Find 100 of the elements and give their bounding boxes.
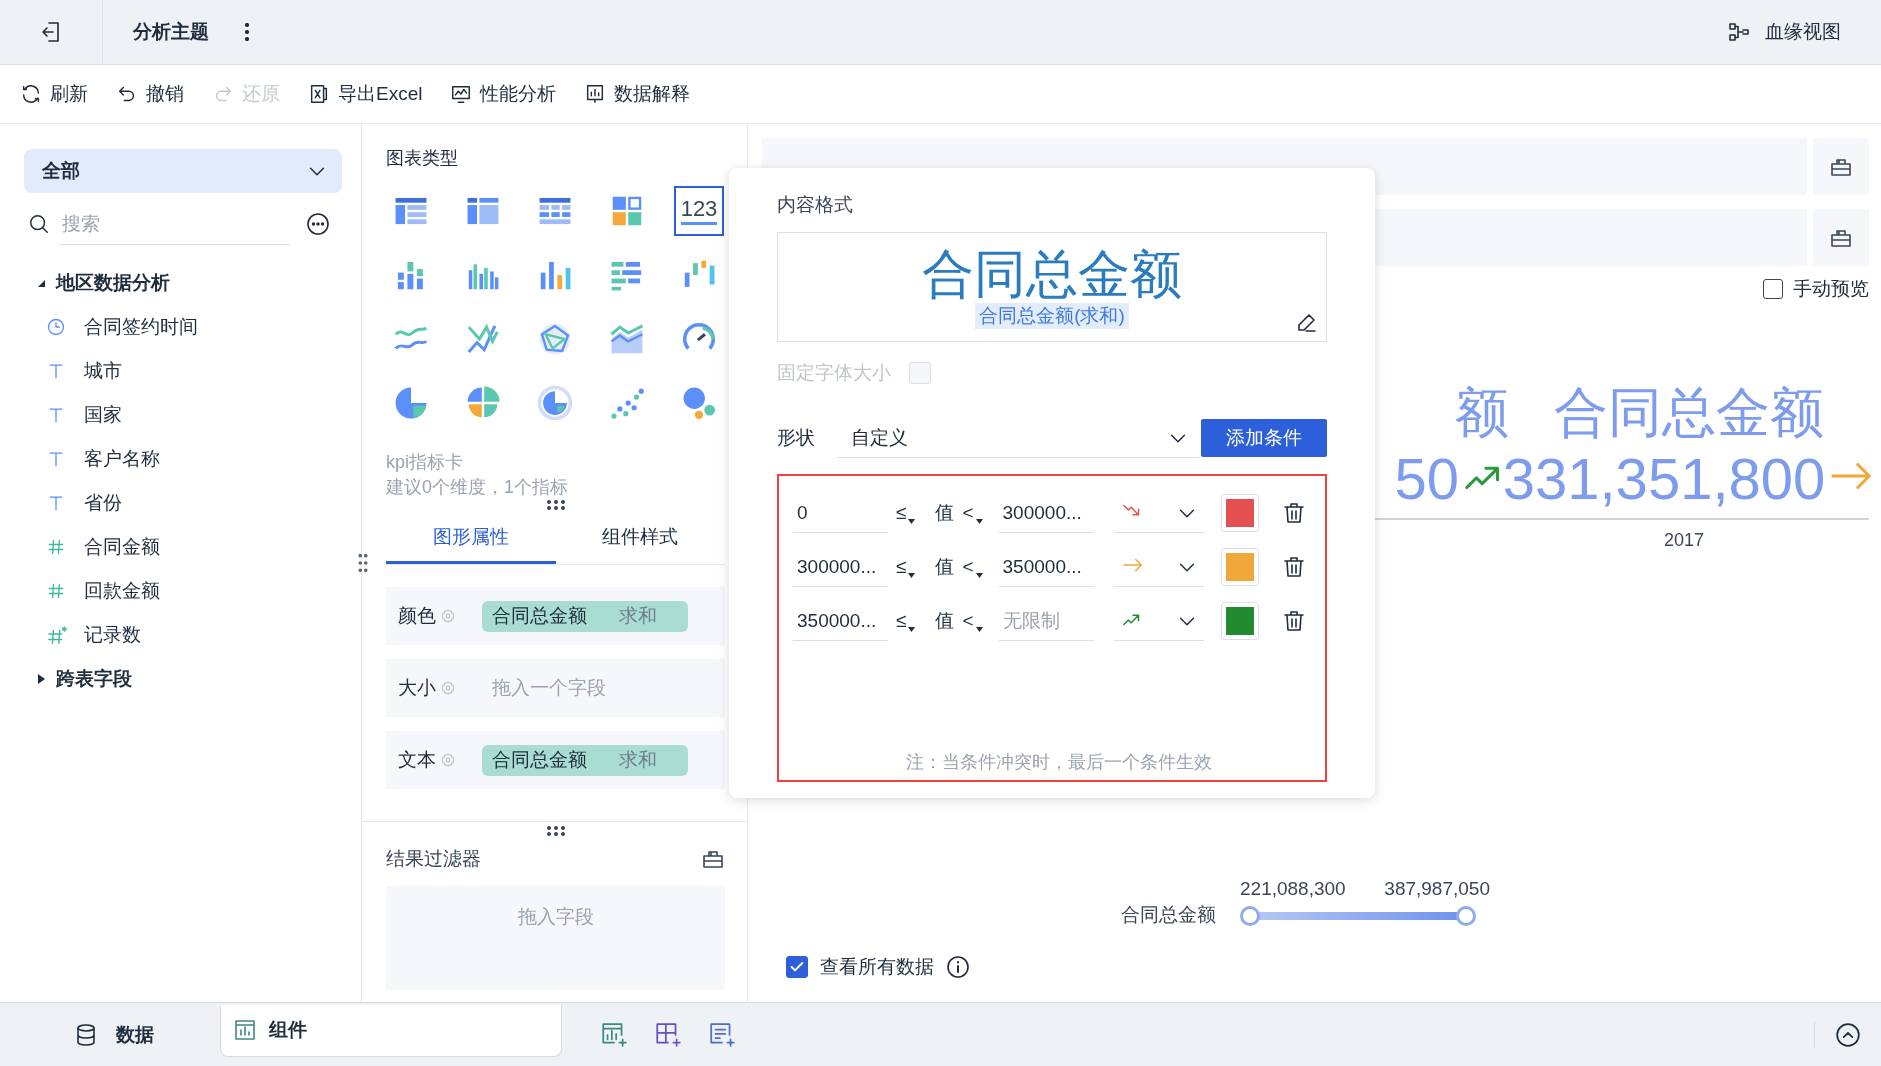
slider-label: 合同总金额	[1121, 904, 1216, 926]
operator-select[interactable]: <	[962, 610, 995, 632]
more-options-button[interactable]	[306, 212, 330, 236]
field-label: 形状	[777, 426, 816, 450]
color-swatch[interactable]	[1221, 549, 1258, 585]
tree-group[interactable]: 地区数据分析	[24, 261, 176, 305]
add-chart-button[interactable]	[600, 1020, 628, 1049]
add-condition-button[interactable]: 添加条件	[1201, 419, 1327, 457]
bottom-tab[interactable]: 组件	[220, 1004, 562, 1057]
property-tab[interactable]: 组件样式	[555, 512, 725, 564]
preview-title: 合同总金额	[922, 245, 1182, 303]
caret-icon	[908, 573, 916, 578]
field-item[interactable]: 合同签约时间	[24, 305, 204, 349]
operator-select[interactable]: ≤	[896, 556, 928, 578]
expand-triangle-icon	[36, 673, 46, 685]
flow-diagram-icon	[1727, 20, 1751, 44]
chart-type-hint: 建议0个维度，1个指标	[386, 476, 570, 499]
drag-handle-icon	[356, 552, 370, 574]
operator-select[interactable]: ≤	[896, 610, 928, 632]
toolbar-button[interactable]: 刷新	[20, 81, 88, 107]
note-text: 注：当条件冲突时，最后一个条件生效	[905, 751, 1213, 774]
add-chart-icon	[600, 1020, 628, 1049]
property-tab[interactable]: 图形属性	[386, 512, 556, 564]
operator-select[interactable]: ≤	[896, 502, 928, 524]
value-label: 值	[935, 555, 955, 579]
field-item[interactable]: 城市	[24, 349, 128, 393]
toolbar-button[interactable]: 数据解释	[584, 81, 691, 107]
color-swatch[interactable]	[1221, 603, 1258, 639]
gear-icon	[440, 608, 456, 624]
chart-frame-icon	[233, 1018, 257, 1042]
add-layout-button[interactable]	[654, 1020, 682, 1049]
scope-dropdown[interactable]: 全部	[24, 149, 342, 193]
field-item[interactable]: 回款金额	[24, 569, 166, 613]
delete-icon-button[interactable]	[1281, 501, 1306, 525]
delete-icon-button[interactable]	[1281, 609, 1306, 633]
kebab-icon	[245, 23, 249, 41]
kpi-value: 331,351,800	[1502, 445, 1826, 513]
kpi-value: 50	[1394, 445, 1459, 513]
bottom-tab[interactable]: 数据	[0, 1003, 220, 1066]
delete-icon-button[interactable]	[1281, 555, 1306, 579]
checkbox-label: 查看所有数据	[820, 955, 934, 979]
add-grid-icon	[654, 1020, 682, 1049]
slider-thumb[interactable]	[1240, 906, 1260, 926]
spreadsheet-icon	[308, 83, 330, 105]
drag-handle-icon	[544, 826, 567, 836]
property-label: 颜色	[398, 604, 437, 628]
search-icon	[28, 213, 50, 235]
color-swatch[interactable]	[1221, 495, 1258, 531]
gear-icon	[440, 680, 456, 696]
property-label: 大小	[398, 676, 437, 700]
toolbar-button[interactable]: 性能分析	[450, 81, 557, 107]
trash-icon	[1281, 501, 1306, 525]
drag-handle-icon	[544, 500, 567, 510]
caret-icon	[975, 519, 983, 524]
field-item[interactable]: 客户名称	[24, 437, 166, 481]
expand-up-button[interactable]	[1814, 1021, 1861, 1048]
checkbox-label: 固定字体大小	[777, 361, 891, 385]
monitor-chart-icon	[450, 83, 473, 105]
chart-type-name: kpi指标卡	[386, 451, 464, 474]
collapse-triangle-icon	[36, 278, 46, 288]
shape-dropdown[interactable]: 自定义	[837, 418, 1199, 458]
toolbar-button[interactable]: 撤销	[116, 81, 184, 107]
value-label: 值	[935, 501, 955, 525]
more-menu-button[interactable]	[245, 23, 249, 41]
field-item[interactable]: 省份	[24, 481, 128, 525]
add-document-icon	[708, 1020, 736, 1049]
hash-icon	[46, 581, 66, 601]
hash-star-icon	[46, 625, 68, 645]
page-title: 分析主题	[133, 20, 209, 44]
slider-min-value: 221,088,300	[1240, 878, 1346, 900]
donut-chart-icon	[536, 384, 574, 422]
kpi-title: 额	[1455, 381, 1509, 444]
toolbar-button[interactable]: 导出Excel	[308, 81, 423, 107]
more-circle-icon	[306, 212, 330, 236]
section-title: 结果过滤器	[386, 847, 481, 871]
property-label: 文本	[398, 748, 437, 772]
field-item[interactable]: 合同金额	[24, 525, 166, 569]
slider-thumb[interactable]	[1456, 906, 1476, 926]
value-label: 值	[935, 609, 955, 633]
operator-select[interactable]: <	[962, 556, 995, 578]
checkbox[interactable]	[786, 956, 808, 978]
field-item[interactable]: 国家	[24, 393, 128, 437]
gear-icon	[440, 752, 456, 768]
chart-type-button[interactable]: 123	[674, 186, 724, 236]
preview-field: 合同总金额(求和)	[975, 303, 1129, 329]
tree-group[interactable]: 跨表字段	[24, 657, 138, 701]
add-report-button[interactable]	[708, 1020, 736, 1049]
caret-icon	[908, 627, 916, 632]
hash-icon	[46, 537, 66, 557]
checkbox[interactable]	[1763, 279, 1783, 299]
field-chip[interactable]: 合同总金额 求和	[482, 600, 688, 632]
field-item[interactable]: 记录数	[24, 613, 147, 657]
trash-icon	[1281, 555, 1306, 579]
field-chip[interactable]: 合同总金额 求和	[482, 744, 688, 776]
info-icon	[946, 955, 970, 979]
operator-select[interactable]: <	[962, 502, 995, 524]
lineage-view-button[interactable]: 血缘视图	[1721, 18, 1847, 46]
search-field[interactable]: 搜索	[60, 203, 290, 245]
caret-icon	[975, 573, 983, 578]
clock-icon	[46, 317, 66, 337]
